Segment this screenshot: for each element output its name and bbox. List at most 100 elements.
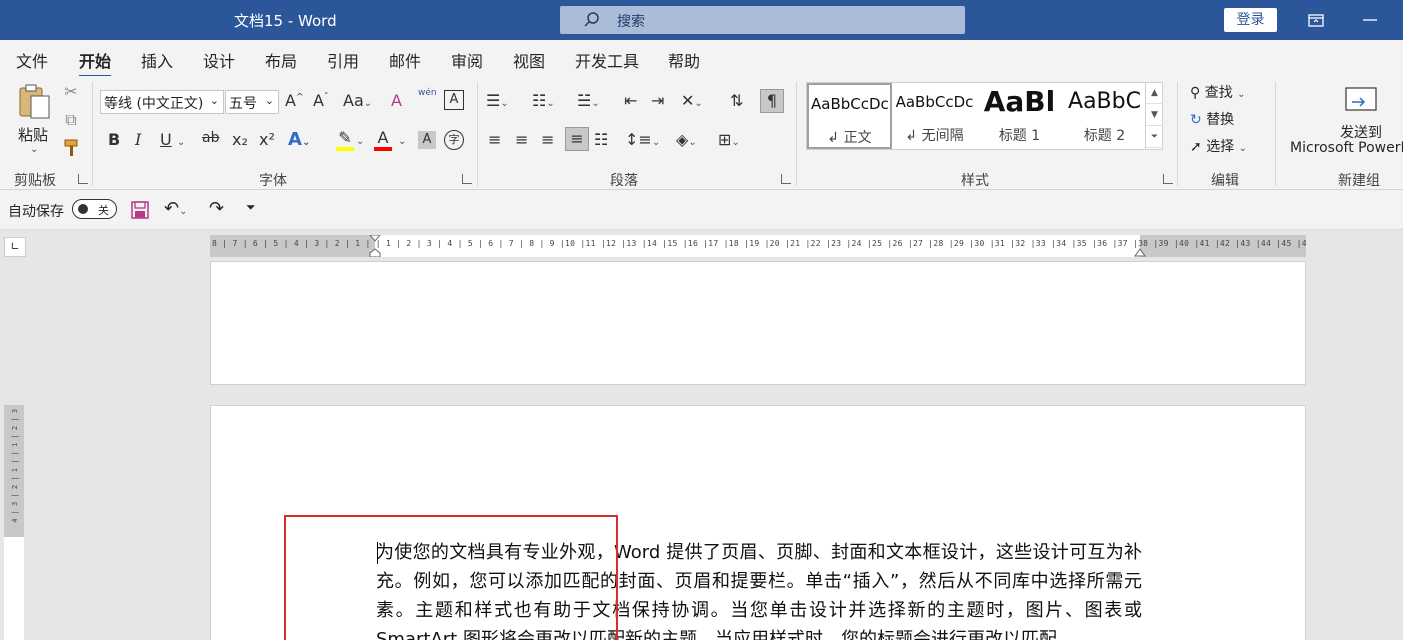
scroll-up-icon[interactable]: ▲ (1146, 82, 1163, 104)
toggle-state: 关 (98, 204, 109, 217)
text-effects-icon[interactable]: A⌄ (288, 129, 310, 150)
clipboard-launcher-icon[interactable] (78, 174, 88, 184)
clear-formatting-icon[interactable]: A (391, 91, 402, 110)
annotation-box (284, 515, 618, 640)
character-border-icon[interactable]: A (444, 90, 464, 110)
styles-launcher-icon[interactable] (1163, 174, 1173, 184)
tab-developer[interactable]: 开发工具 (575, 48, 639, 72)
font-color-dropdown-icon[interactable]: ⌄ (398, 136, 406, 147)
paragraph-launcher-icon[interactable] (781, 174, 791, 184)
page-current[interactable]: 为使您的文档具有专业外观，Word 提供了页眉、页脚、封面和文本框设计，这些设计… (210, 405, 1306, 640)
tab-file[interactable]: 文件 (16, 48, 48, 72)
line-spacing-icon[interactable]: ↕≡⌄ (625, 130, 660, 149)
search-box[interactable]: 搜索 (560, 6, 965, 34)
autosave-label: 自动保存 (8, 204, 64, 220)
character-shading-icon[interactable]: A (418, 131, 436, 149)
shrink-font-icon[interactable]: Aˇ (313, 91, 328, 110)
underline-button[interactable]: U ⌄ (160, 130, 185, 149)
format-painter-icon[interactable] (61, 138, 81, 158)
cut-icon[interactable]: ✂ (62, 82, 80, 101)
style-heading-1[interactable]: AaBl 标题 1 (977, 83, 1062, 149)
justify-icon[interactable]: ≡ (565, 127, 589, 151)
indent-marker-icon[interactable] (369, 235, 381, 257)
ribbon-display-options-icon[interactable] (1304, 8, 1328, 32)
scroll-down-icon[interactable]: ▼ (1146, 104, 1163, 126)
send-to-powerpoint-button[interactable]: 发送到 Microsoft PowerPoint (1290, 84, 1403, 164)
expand-gallery-icon[interactable]: ⏷ (1146, 126, 1163, 148)
save-icon[interactable] (130, 200, 150, 220)
show-marks-icon[interactable]: ¶ (760, 89, 784, 113)
style-no-spacing[interactable]: AaBbCcDc ↲ 无间隔 (892, 83, 977, 149)
font-launcher-icon[interactable] (462, 174, 472, 184)
paste-dropdown-icon[interactable]: ⌄ (30, 144, 38, 155)
increase-indent-icon[interactable]: ⇥ (651, 91, 664, 110)
tab-insert[interactable]: 插入 (141, 48, 173, 72)
cursor-icon: ➚ (1190, 139, 1202, 155)
document-area: ∟ 8 | 7 | 6 | 5 | 4 | 3 | 2 | 1 | | 1 | … (0, 231, 1403, 640)
center-icon[interactable]: ≡ (515, 130, 528, 149)
multilevel-list-icon[interactable]: ☱⌄ (577, 91, 600, 110)
styles-group-label: 样式 (961, 173, 989, 189)
send-to-powerpoint-icon (1345, 87, 1377, 111)
tab-review[interactable]: 审阅 (451, 48, 483, 72)
search-placeholder: 搜索 (617, 14, 645, 30)
tab-layout[interactable]: 布局 (265, 48, 297, 72)
font-group-label: 字体 (259, 173, 287, 189)
style-sample: AaBbCcDc (895, 93, 974, 111)
italic-button[interactable]: I (135, 130, 141, 149)
enclose-characters-icon[interactable]: 字 (444, 130, 464, 150)
autosave-toggle[interactable]: 关 (72, 199, 117, 219)
subscript-button[interactable]: x₂ (232, 130, 248, 149)
window-title: 文档15 - Word (234, 12, 337, 30)
copy-icon[interactable]: ⧉ (62, 110, 80, 130)
distributed-icon[interactable]: ☷ (594, 130, 608, 149)
tab-mailings[interactable]: 邮件 (389, 48, 421, 72)
find-button[interactable]: ⚲ 查找 ⌄ (1190, 82, 1246, 102)
font-color-icon[interactable]: A (372, 128, 394, 151)
phonetic-guide-icon[interactable]: wén (418, 88, 437, 98)
tab-help[interactable]: 帮助 (668, 48, 700, 72)
clipboard-group-label: 剪贴板 (14, 173, 56, 189)
right-indent-icon[interactable] (1134, 247, 1146, 257)
chinese-layout-icon[interactable]: ✕⌄ (681, 91, 703, 110)
search-icon (584, 12, 599, 27)
tab-design[interactable]: 设计 (203, 48, 235, 72)
redo-icon[interactable]: ↷ (209, 198, 224, 219)
bold-button[interactable]: B (108, 130, 120, 149)
grow-font-icon[interactable]: A^ (285, 91, 304, 110)
style-name: ↲ 无间隔 (905, 128, 964, 144)
undo-icon[interactable]: ↶⌄ (164, 198, 187, 219)
styles-gallery-scroll: ▲ ▼ ⏷ (1145, 82, 1163, 150)
change-case-icon[interactable]: Aa⌄ (343, 91, 372, 110)
style-name: 标题 1 (998, 128, 1041, 144)
highlight-dropdown-icon[interactable]: ⌄ (356, 136, 364, 147)
align-left-icon[interactable]: ≡ (488, 130, 501, 149)
tab-references[interactable]: 引用 (327, 48, 359, 72)
style-heading-2[interactable]: AaBbC 标题 2 (1062, 83, 1147, 149)
replace-button[interactable]: ↻ 替换 (1190, 109, 1234, 129)
paste-button[interactable]: 粘贴 ⌄ (14, 82, 54, 158)
sort-icon[interactable]: ⇅ (730, 91, 743, 110)
minimize-icon[interactable] (1358, 8, 1382, 32)
shading-icon[interactable]: ◈⌄ (676, 130, 697, 149)
borders-icon[interactable]: ⊞⌄ (718, 130, 740, 149)
login-button[interactable]: 登录 (1224, 8, 1277, 32)
toggle-knob (78, 204, 88, 214)
select-button[interactable]: ➚ 选择 ⌄ (1190, 136, 1247, 156)
tab-selector-icon[interactable]: ∟ (4, 237, 26, 257)
strikethrough-button[interactable]: ab (202, 130, 219, 146)
style-sample: AaBbC (1068, 89, 1141, 114)
horizontal-ruler[interactable]: 8 | 7 | 6 | 5 | 4 | 3 | 2 | 1 | | 1 | 2 … (210, 235, 1306, 257)
decrease-indent-icon[interactable]: ⇤ (624, 91, 637, 110)
numbering-icon[interactable]: ☷⌄ (532, 91, 555, 110)
superscript-button[interactable]: x² (259, 130, 275, 149)
tab-view[interactable]: 视图 (513, 48, 545, 72)
style-normal[interactable]: AaBbCcDc ↲ 正文 (807, 83, 892, 149)
vertical-ruler[interactable]: 4 | 3 | 2 | 1 | | 1 | 2 | 3 (4, 405, 24, 640)
customize-qat-icon[interactable]: ⏷ (246, 200, 256, 215)
font-size-combo[interactable]: 五号 ⌄ (225, 90, 279, 114)
align-right-icon[interactable]: ≡ (541, 130, 554, 149)
font-name-combo[interactable]: 等线 (中文正文) ⌄ (100, 90, 224, 114)
tab-home[interactable]: 开始 (79, 48, 112, 78)
bullets-icon[interactable]: ☰⌄ (486, 91, 509, 110)
